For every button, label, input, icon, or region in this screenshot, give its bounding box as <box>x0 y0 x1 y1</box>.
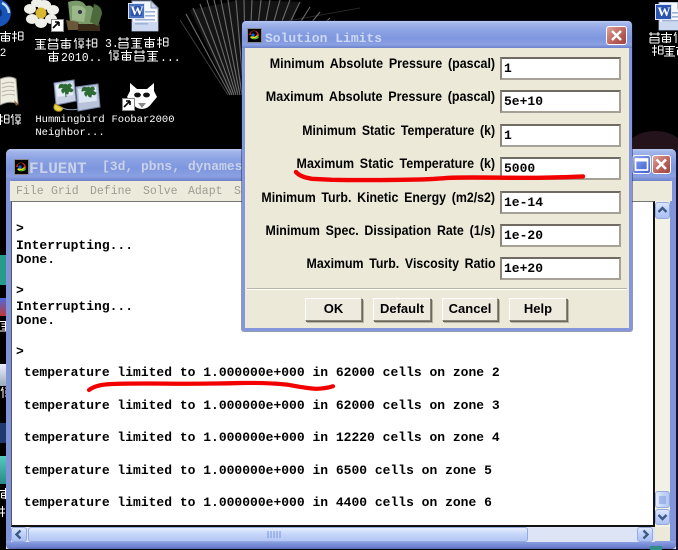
svg-text:...: ... <box>160 52 181 63</box>
svg-text:W: W <box>658 4 671 19</box>
svg-text:3.: 3. <box>105 38 119 51</box>
svg-text:W: W <box>131 3 144 18</box>
svg-text:2: 2 <box>0 47 6 59</box>
svg-text:2010...: 2010... <box>61 52 105 64</box>
